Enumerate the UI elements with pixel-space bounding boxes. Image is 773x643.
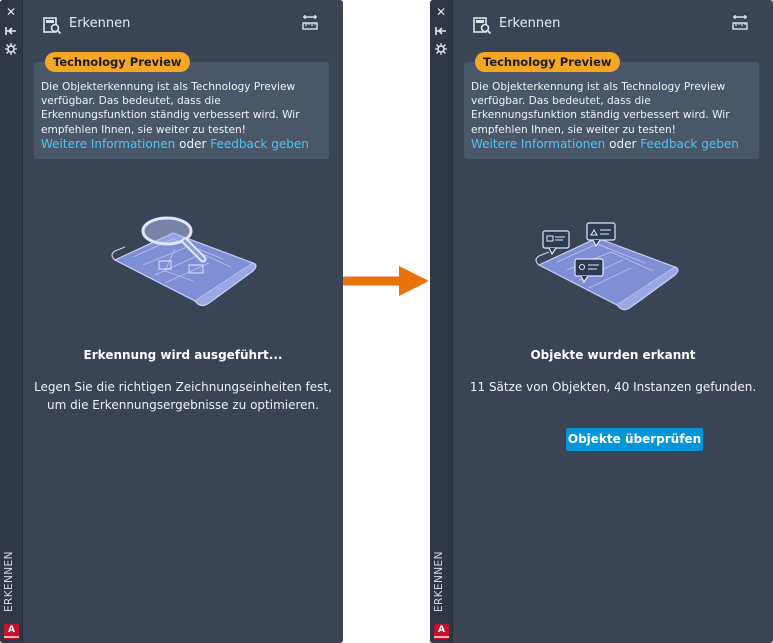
auto-hide-icon[interactable] (3, 24, 19, 38)
info-links: Weitere Informationen oder Feedback gebe… (471, 136, 756, 152)
palette-title: Erkennen (499, 16, 561, 31)
palette-header: Erkennen (23, 0, 343, 50)
status-description: 11 Sätze von Objekten, 40 Instanzen gefu… (469, 380, 757, 394)
drawing-units-icon[interactable] (731, 14, 749, 32)
technology-preview-text: Die Objekterkennung ist als Technology P… (41, 81, 300, 136)
more-info-link[interactable]: Weitere Informationen (471, 137, 605, 151)
detect-icon (43, 17, 62, 35)
close-icon[interactable]: ✕ (3, 5, 19, 19)
technology-preview-badge: Technology Preview (475, 52, 620, 72)
detect-palette-results: ✕ ERKENNEN A Erkennen Technology Preview… (430, 0, 773, 643)
detected-object-callout (542, 230, 570, 256)
autocad-logo-icon: A (4, 624, 19, 639)
palette-header: Erkennen (453, 0, 773, 50)
palette-title-bar[interactable]: ✕ ERKENNEN A (0, 0, 23, 643)
status-title: Erkennung wird ausgeführt... (83, 348, 283, 362)
feedback-link[interactable]: Feedback geben (640, 137, 739, 151)
autocad-logo-icon: A (434, 624, 449, 639)
status-title: Objekte wurden erkannt (530, 348, 696, 362)
technology-preview-badge: Technology Preview (45, 52, 190, 72)
blueprint-detected-objects-illustration (535, 222, 679, 311)
info-links: Weitere Informationen oder Feedback gebe… (41, 136, 326, 152)
close-icon[interactable]: ✕ (433, 5, 449, 19)
technology-preview-text: Die Objekterkennung ist als Technology P… (471, 81, 730, 136)
link-joiner: oder (179, 137, 207, 151)
auto-hide-icon[interactable] (433, 24, 449, 38)
detect-palette-searching: ✕ ERKENNEN A Erkennen Technology Preview… (0, 0, 343, 643)
palette-title-bar[interactable]: ✕ ERKENNEN A (430, 0, 453, 643)
palette-content: Erkennen Technology Preview Die Objekter… (23, 0, 343, 643)
review-objects-button[interactable]: Objekte überprüfen (566, 428, 703, 451)
more-info-link[interactable]: Weitere Informationen (41, 137, 175, 151)
properties-icon[interactable] (433, 42, 449, 56)
properties-icon[interactable] (3, 42, 19, 56)
palette-content: Erkennen Technology Preview Die Objekter… (453, 0, 773, 643)
status-description: Legen Sie die richtigen Zeichnungseinhei… (34, 380, 332, 412)
blueprint-magnifier-illustration (111, 216, 257, 307)
drawing-units-icon[interactable] (301, 14, 319, 32)
feedback-link[interactable]: Feedback geben (210, 137, 309, 151)
arrow-right-icon (343, 266, 429, 296)
detect-icon (473, 17, 492, 35)
palette-title: Erkennen (69, 16, 131, 31)
link-joiner: oder (609, 137, 637, 151)
